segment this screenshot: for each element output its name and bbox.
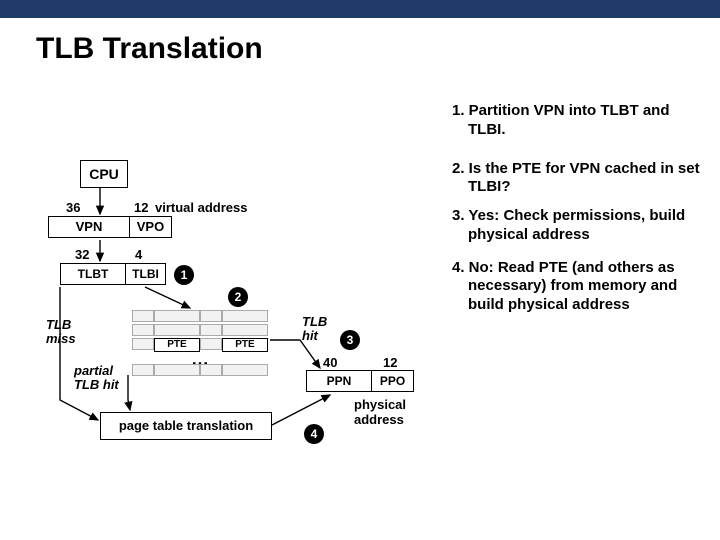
diagram-canvas: CPU 36 12 virtual address VPN VPO 32 4 T… [0, 0, 720, 540]
arrows-svg [0, 0, 720, 540]
